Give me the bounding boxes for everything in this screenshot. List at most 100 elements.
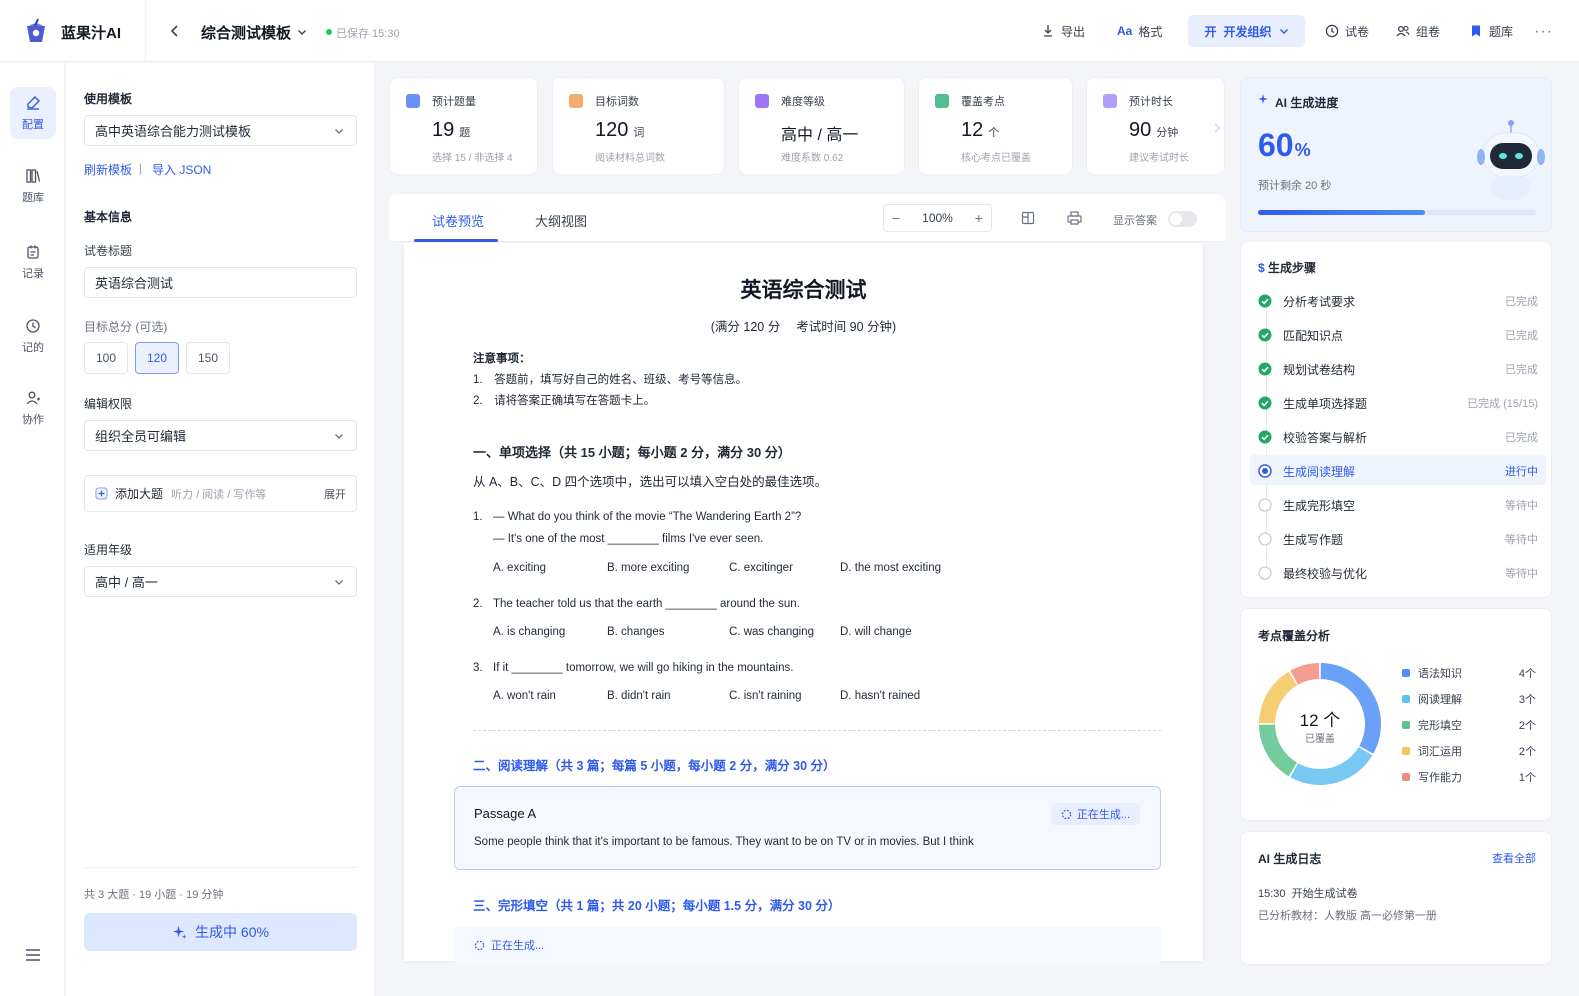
step-status: 已完成 [1505,432,1538,444]
link-separator: | [139,161,143,175]
question-option[interactable]: C. isn't raining [729,690,802,702]
legend-label: 阅读理解 [1418,694,1462,706]
legend-item: 完形填空 2个 [1402,717,1536,733]
step-5[interactable]: 校验答案与解析 已完成 [1258,425,1538,449]
legend-item: 语法知识 4个 [1402,665,1536,681]
note-item: 2. 请将答案正确填写在答题卡上。 [473,395,656,407]
question-option[interactable]: A. won't rain [493,690,556,702]
grade-value: 高中 / 高一 [95,575,158,590]
sparkle-icon [1258,94,1268,104]
score-option-150[interactable]: 150 [186,342,230,374]
stat-subtitle: 难度系数 0.62 [781,153,844,164]
add-section-box[interactable]: 添加大题 听力 / 阅读 / 写作等 展开 [84,475,357,512]
question-option[interactable]: C. excitinger [729,562,793,574]
progress-track [1258,210,1536,215]
preview-toolbar [389,194,1225,242]
passage-generating-tag: 正在生成... [1050,803,1140,825]
nav-item-collab[interactable]: 协作 [10,382,56,434]
stat-unit: 分钟 [1156,127,1179,139]
question-option[interactable]: D. will change [840,626,912,638]
export-button[interactable]: 导出 [1041,20,1085,42]
pending-circle-icon [1258,498,1272,512]
expand-link[interactable]: 展开 [324,486,346,502]
stat-title: 覆盖考点 [961,96,1005,108]
nav-item-record[interactable]: 记录 [10,236,56,288]
question-option[interactable]: B. more exciting [607,562,689,574]
chevron-down-icon[interactable] [297,27,307,37]
progress-title: AI 生成进度 [1275,96,1339,110]
step-7[interactable]: 生成完形填空 等待中 [1258,493,1538,517]
tab-preview[interactable]: 试卷预览 [432,211,484,230]
show-answer-toggle[interactable] [1168,211,1197,227]
question-option[interactable]: B. changes [607,626,665,638]
layout-icon[interactable] [1021,211,1035,225]
progress-number: 60 [1258,127,1294,163]
log-time: 15:30 [1258,888,1286,900]
nav-item-library[interactable]: 题库 [10,160,56,212]
passage-card[interactable]: Passage A 正在生成... Some people think that… [454,786,1161,870]
legend-item: 词汇运用 2个 [1402,743,1536,759]
step-8[interactable]: 生成写作题 等待中 [1258,527,1538,551]
passage-text: Some people think that it's important to… [474,836,974,848]
bookmark-icon [1472,25,1480,37]
nav-item-config[interactable]: 配置 [10,87,56,139]
step-3[interactable]: 规划试卷结构 已完成 [1258,357,1538,381]
bank-button[interactable]: 题库 [1469,20,1513,42]
donut-slice-5 [1290,663,1320,685]
back-icon[interactable] [168,24,182,38]
question-option[interactable]: D. the most exciting [840,562,941,574]
export-label: 导出 [1061,24,1086,39]
format-button[interactable]: Aa 格式 [1117,20,1162,42]
org-select-button[interactable]: 开 开发组织 [1188,15,1305,47]
score-option-120[interactable]: 120 [135,342,179,374]
question-option[interactable]: B. didn't rain [607,690,671,702]
group-button[interactable]: 组卷 [1396,20,1440,42]
stat-value: 90 分钟 [1129,119,1178,142]
more-icon[interactable]: ··· [1534,23,1553,41]
step-4[interactable]: 生成单项选择题 已完成 (15/15) [1258,391,1538,415]
stat-number: 90 [1129,119,1152,141]
pending-circle-icon [1258,532,1272,546]
nav-item-history[interactable]: 记的 [10,310,56,362]
stat-value: 高中 / 高一 [781,121,858,145]
document-title[interactable]: 综合测试模板 [201,22,291,43]
template-select[interactable]: 高中英语综合能力测试模板 [84,115,357,146]
paper-title-value: 英语综合测试 [95,276,174,291]
zoom-level: 100% [922,211,953,225]
step-9[interactable]: 最终校验与优化 等待中 [1258,561,1538,585]
step-status: 进行中 [1505,466,1538,478]
print-icon[interactable] [1067,211,1082,225]
step-1[interactable]: 分析考试要求 已完成 [1258,289,1538,313]
section3-title: 三、完形填空（共 1 篇；共 20 小题；每小题 1.5 分，满分 30 分） [473,899,841,913]
step-6[interactable]: 生成阅读理解 进行中 [1258,459,1538,483]
question-option[interactable]: A. exciting [493,562,546,574]
view-all-link[interactable]: 查看全部 [1492,850,1536,866]
legend-label: 写作能力 [1418,772,1462,784]
paper-title-input[interactable]: 英语综合测试 [84,267,357,298]
chevron-right-icon[interactable] [1213,123,1221,133]
score-option-100[interactable]: 100 [84,342,128,374]
group-label: 组卷 [1416,24,1441,39]
step-2[interactable]: 匹配知识点 已完成 [1258,323,1538,347]
question-option[interactable]: A. is changing [493,626,565,638]
font-icon: Aa [1117,24,1133,38]
generate-button[interactable]: 生成中 60% [84,913,357,951]
paper-button[interactable]: 试卷 [1325,20,1369,42]
permission-select[interactable]: 组织全员可编辑 [84,420,357,451]
stat-icon [755,94,769,108]
stat-value: 12 个 [961,119,999,142]
menu-icon[interactable] [25,948,41,962]
saved-status: 已保存 15:30 [336,28,400,40]
grade-select[interactable]: 高中 / 高一 [84,566,357,597]
progress-percent-sign: % [1294,140,1311,160]
legend-count: 4个 [1518,668,1536,680]
refresh-template-link[interactable]: 刷新模板 [84,161,132,178]
zoom-in-button[interactable]: + [975,210,983,226]
import-json-link[interactable]: 导入 JSON [152,161,211,178]
legend-count: 3个 [1518,694,1536,706]
question-option[interactable]: D. hasn't rained [840,690,920,702]
question-option[interactable]: C. was changing [729,626,814,638]
tab-outline[interactable]: 大纲视图 [535,211,587,230]
format-label: 格式 [1138,24,1163,39]
zoom-out-button[interactable]: − [892,210,900,226]
